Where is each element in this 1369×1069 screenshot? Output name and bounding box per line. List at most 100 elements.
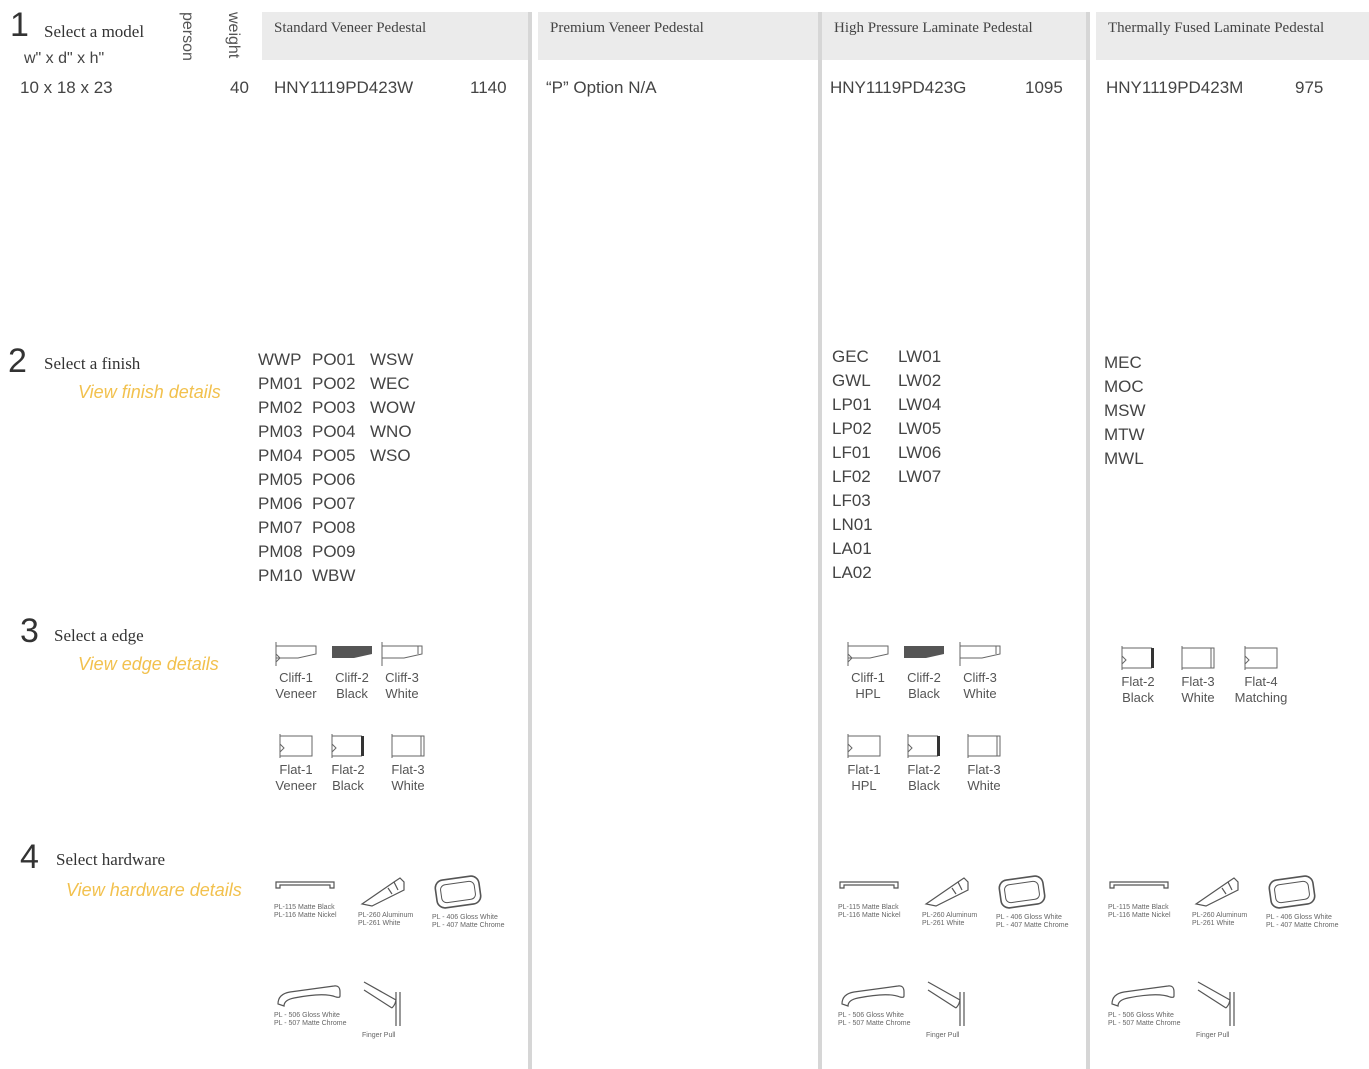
finish-code[interactable]: LN01 (832, 513, 892, 537)
flat-edge-icon (279, 734, 313, 758)
finish-code[interactable]: PO06 (312, 468, 364, 492)
view-finish-details-link[interactable]: View finish details (78, 382, 221, 403)
finish-code[interactable]: WWP (258, 348, 306, 372)
finish-code[interactable]: WSW (370, 348, 430, 372)
arch-pull-icon (274, 980, 347, 1008)
dimension-label: w" x d" x h" (24, 50, 105, 67)
edge-cliff-3-white[interactable]: Cliff-3 White (950, 640, 1010, 702)
finish-code[interactable]: MWL (1104, 447, 1164, 471)
finish-code (370, 468, 430, 492)
price-hpl: 1095 (1025, 78, 1063, 97)
cliff-edge-black-icon (904, 646, 944, 658)
edge-flat-2-black-tfl[interactable]: Flat-2 Black (1108, 644, 1168, 706)
finish-code[interactable]: WSO (370, 444, 430, 468)
edge-flat-2-black[interactable]: Flat-2 Black (318, 732, 378, 794)
hardware-recessed-pull[interactable]: PL - 406 Gloss White PL - 407 Matte Chrom… (996, 874, 1069, 930)
finish-code[interactable]: PM10 (258, 564, 306, 588)
finish-code[interactable]: PM06 (258, 492, 306, 516)
hardware-arch-pull[interactable]: PL - 506 Gloss White PL - 507 Matte Chrom… (274, 980, 347, 1028)
edge-flat-3-white-tfl[interactable]: Flat-3 White (1168, 644, 1228, 706)
view-hardware-details-link[interactable]: View hardware details (66, 880, 242, 901)
finish-code[interactable]: LF01 (832, 441, 892, 465)
finish-code[interactable]: WOW (370, 396, 430, 420)
recessed-pull-icon (1266, 874, 1339, 910)
recessed-pull-icon (432, 874, 505, 910)
finish-code[interactable]: LW04 (898, 393, 958, 417)
finish-code[interactable]: WNO (370, 420, 430, 444)
part-hpl[interactable]: HNY1119PD423G (830, 78, 966, 98)
flat-edge-white-icon (391, 734, 425, 758)
edge-flat-2-black[interactable]: Flat-2 Black (894, 732, 954, 794)
view-edge-details-link[interactable]: View edge details (78, 654, 219, 675)
edge-flat-3-white[interactable]: Flat-3 White (954, 732, 1014, 794)
finish-code[interactable]: MTW (1104, 423, 1164, 447)
hardware-arch-pull[interactable]: PL - 506 Gloss White PL - 507 Matte Chrom… (1108, 980, 1181, 1028)
edge-flat-4-matching[interactable]: Flat-4 Matching (1226, 644, 1296, 706)
finish-code[interactable]: PM02 (258, 396, 306, 420)
finish-code[interactable]: LA02 (832, 561, 892, 585)
hardware-finger-pull[interactable]: Finger Pull (362, 978, 406, 1040)
hardware-bar-pull[interactable]: PL-115 Matte Black PL-116 Matte Nickel (838, 878, 901, 920)
hardware-finger-pull[interactable]: Finger Pull (926, 978, 970, 1040)
finish-code[interactable]: MEC (1104, 351, 1164, 375)
finish-code (370, 516, 430, 540)
column-divider (528, 12, 532, 1069)
finish-code[interactable]: PM05 (258, 468, 306, 492)
finish-code[interactable]: LW06 (898, 441, 958, 465)
edge-flat-1-veneer[interactable]: Flat-1 Veneer (266, 732, 326, 794)
edge-cliff-2-black[interactable]: Cliff-2 Black (894, 640, 954, 702)
part-tfl[interactable]: HNY1119PD423M (1106, 78, 1243, 98)
finish-code[interactable]: PO01 (312, 348, 364, 372)
finish-code[interactable]: WEC (370, 372, 430, 396)
finish-code[interactable]: PO02 (312, 372, 364, 396)
step-1-number: 1 (10, 6, 29, 44)
edge-flat-3-white[interactable]: Flat-3 White (378, 732, 438, 794)
finish-code[interactable]: LW05 (898, 417, 958, 441)
hardware-label: PL - 407 Matte Chrome (432, 922, 505, 929)
hardware-label: PL-261 White (922, 920, 965, 927)
finish-code[interactable]: PM03 (258, 420, 306, 444)
hardware-bar-pull[interactable]: PL-115 Matte Black PL-116 Matte Nickel (274, 878, 337, 920)
finish-code[interactable]: GEC (832, 345, 892, 369)
finish-code[interactable]: PO05 (312, 444, 364, 468)
hardware-recessed-pull[interactable]: PL - 406 Gloss White PL - 407 Matte Chrom… (1266, 874, 1339, 930)
hardware-arch-pull[interactable]: PL - 506 Gloss White PL - 507 Matte Chrom… (838, 980, 911, 1028)
hardware-angle-pull[interactable]: PL-260 Aluminum PL-261 White (922, 874, 977, 928)
hardware-label: PL-261 White (358, 920, 401, 927)
hardware-bar-pull[interactable]: PL-115 Matte Black PL-116 Matte Nickel (1108, 878, 1171, 920)
edge-sub: HPL (851, 778, 877, 793)
hardware-label: PL - 506 Gloss White (838, 1012, 904, 1019)
finish-code[interactable]: LW07 (898, 465, 958, 489)
finish-code[interactable]: PO04 (312, 420, 364, 444)
finish-code[interactable]: LA01 (832, 537, 892, 561)
finish-code[interactable]: WBW (312, 564, 364, 588)
hardware-angle-pull[interactable]: PL-260 Aluminum PL-261 White (358, 874, 413, 928)
hardware-recessed-pull[interactable]: PL - 406 Gloss White PL - 407 Matte Chrom… (432, 874, 505, 930)
edge-cliff-3-white[interactable]: Cliff-3 White (372, 640, 432, 702)
finish-code[interactable]: PO09 (312, 540, 364, 564)
finish-code[interactable]: LW01 (898, 345, 958, 369)
hardware-finger-pull[interactable]: Finger Pull (1196, 978, 1240, 1040)
finish-code[interactable]: MOC (1104, 375, 1164, 399)
hardware-label: PL - 407 Matte Chrome (1266, 922, 1339, 929)
finish-code[interactable]: PO08 (312, 516, 364, 540)
finish-code[interactable]: PM01 (258, 372, 306, 396)
edge-name: Cliff-1 (851, 670, 885, 685)
finish-code[interactable]: PM08 (258, 540, 306, 564)
finish-code[interactable]: LP01 (832, 393, 892, 417)
finish-code[interactable]: LP02 (832, 417, 892, 441)
finish-code[interactable]: PM04 (258, 444, 306, 468)
edge-cliff-1-veneer[interactable]: Cliff-1 Veneer (266, 640, 326, 702)
part-standard[interactable]: HNY1119PD423W (274, 78, 413, 98)
edge-cliff-1-hpl[interactable]: Cliff-1 HPL (838, 640, 898, 702)
edge-flat-1-hpl[interactable]: Flat-1 HPL (834, 732, 894, 794)
finish-code[interactable]: GWL (832, 369, 892, 393)
finish-code[interactable]: PO07 (312, 492, 364, 516)
finish-code[interactable]: PM07 (258, 516, 306, 540)
finish-code[interactable]: PO03 (312, 396, 364, 420)
finish-code[interactable]: LW02 (898, 369, 958, 393)
finish-code[interactable]: LF02 (832, 465, 892, 489)
finish-code[interactable]: MSW (1104, 399, 1164, 423)
hardware-angle-pull[interactable]: PL-260 Aluminum PL-261 White (1192, 874, 1247, 928)
finish-code[interactable]: LF03 (832, 489, 892, 513)
